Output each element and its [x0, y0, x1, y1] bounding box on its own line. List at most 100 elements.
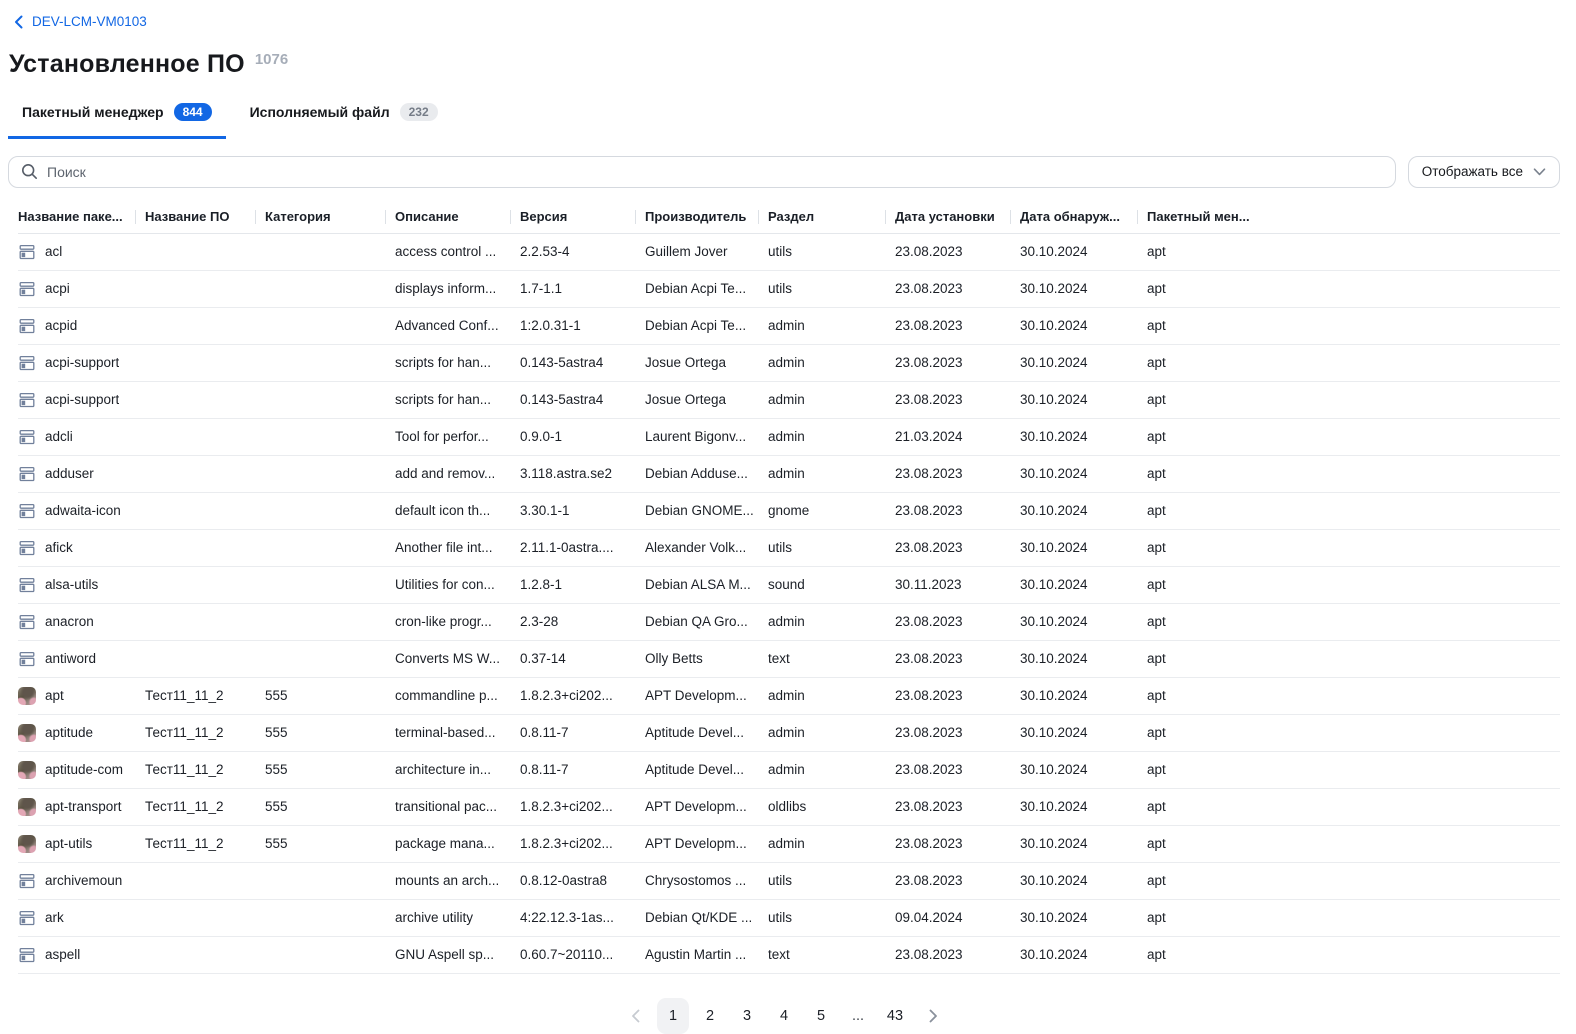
package-name: antiword: [45, 651, 96, 666]
package-name: anacron: [45, 614, 94, 629]
table-row[interactable]: aspell GNU Aspell sp... 0.60.7~20110... …: [18, 937, 1560, 974]
table-row[interactable]: acpi displays inform... 1.7-1.1 Debian A…: [18, 271, 1560, 308]
search-input[interactable]: [47, 164, 1383, 180]
description-cell: access control ...: [395, 244, 520, 259]
package-name: apt: [45, 688, 64, 703]
table-row[interactable]: afick Another file int... 2.11.1-0astra.…: [18, 530, 1560, 567]
package-name: acpid: [45, 318, 77, 333]
description-cell: Utilities for con...: [395, 577, 520, 592]
package-name-cell: acpi-support: [18, 354, 145, 372]
package-icon: [18, 243, 36, 261]
version-cell: 0.143-5astra4: [520, 392, 645, 407]
install-date-cell: 23.08.2023: [895, 466, 1020, 481]
column-header[interactable]: Название ПО: [145, 209, 265, 224]
display-filter-label: Отображать все: [1422, 164, 1523, 179]
install-date-cell: 23.08.2023: [895, 318, 1020, 333]
software-name-cell: Тест11_11_2: [145, 725, 265, 740]
section-cell: admin: [768, 392, 895, 407]
column-header[interactable]: Название паке...: [18, 209, 145, 224]
tab-package-manager[interactable]: Пакетный менеджер 844: [8, 99, 226, 139]
table-row[interactable]: adduser add and remov... 3.118.astra.se2…: [18, 456, 1560, 493]
vendor-cell: Laurent Bigonv...: [645, 429, 768, 444]
category-cell: 555: [265, 836, 395, 851]
vendor-cell: Aptitude Devel...: [645, 762, 768, 777]
category-cell: 555: [265, 762, 395, 777]
discovery-date-cell: 30.10.2024: [1020, 836, 1147, 851]
description-cell: Another file int...: [395, 540, 520, 555]
description-cell: scripts for han...: [395, 355, 520, 370]
app-thumbnail-icon: [18, 761, 36, 779]
package-icon: [18, 650, 36, 668]
package-manager-cell: apt: [1147, 836, 1560, 851]
package-name-cell: apt-utils: [18, 835, 145, 853]
vendor-cell: APT Developm...: [645, 688, 768, 703]
table-row[interactable]: acpi-support scripts for han... 0.143-5a…: [18, 345, 1560, 382]
package-name: aspell: [45, 947, 80, 962]
tab-badge: 232: [400, 103, 438, 121]
table-row[interactable]: apt-transport Тест11_11_2 555 transition…: [18, 789, 1560, 826]
column-header[interactable]: Дата обнаруж...: [1020, 209, 1147, 224]
table-row[interactable]: archivemoun mounts an arch... 0.8.12-0as…: [18, 863, 1560, 900]
description-cell: Advanced Conf...: [395, 318, 520, 333]
column-header[interactable]: Производитель: [645, 209, 768, 224]
vendor-cell: Chrysostomos ...: [645, 873, 768, 888]
table-row[interactable]: apt Тест11_11_2 555 commandline p... 1.8…: [18, 678, 1560, 715]
description-cell: architecture in...: [395, 762, 520, 777]
table-row[interactable]: antiword Converts MS W... 0.37-14 Olly B…: [18, 641, 1560, 678]
version-cell: 0.8.11-7: [520, 762, 645, 777]
package-name-cell: ark: [18, 909, 145, 927]
table-row[interactable]: adcli Tool for perfor... 0.9.0-1 Laurent…: [18, 419, 1560, 456]
table-row[interactable]: aptitude-com Тест11_11_2 555 architectur…: [18, 752, 1560, 789]
install-date-cell: 23.08.2023: [895, 799, 1020, 814]
column-header[interactable]: Пакетный мен...: [1147, 209, 1560, 224]
install-date-cell: 23.08.2023: [895, 873, 1020, 888]
software-name-cell: Тест11_11_2: [145, 688, 265, 703]
table-row[interactable]: apt-utils Тест11_11_2 555 package mana..…: [18, 826, 1560, 863]
section-cell: gnome: [768, 503, 895, 518]
column-header[interactable]: Раздел: [768, 209, 895, 224]
tab-executable-file[interactable]: Исполняемый файл 232: [236, 99, 452, 139]
section-cell: admin: [768, 614, 895, 629]
package-manager-cell: apt: [1147, 873, 1560, 888]
column-header[interactable]: Описание: [395, 209, 520, 224]
table-row[interactable]: anacron cron-like progr... 2.3-28 Debian…: [18, 604, 1560, 641]
package-icon: [18, 872, 36, 890]
package-icon: [18, 539, 36, 557]
section-cell: utils: [768, 873, 895, 888]
table-row[interactable]: acpid Advanced Conf... 1:2.0.31-1 Debian…: [18, 308, 1560, 345]
package-name: acpi-support: [45, 355, 119, 370]
section-cell: admin: [768, 429, 895, 444]
section-cell: utils: [768, 244, 895, 259]
description-cell: displays inform...: [395, 281, 520, 296]
install-date-cell: 09.04.2024: [895, 910, 1020, 925]
package-name: acl: [45, 244, 62, 259]
description-cell: scripts for han...: [395, 392, 520, 407]
breadcrumb-label: DEV-LCM-VM0103: [32, 14, 147, 29]
breadcrumb[interactable]: DEV-LCM-VM0103: [14, 14, 147, 29]
package-icon: [18, 465, 36, 483]
package-name-cell: acpi-support: [18, 391, 145, 409]
vendor-cell: Guillem Jover: [645, 244, 768, 259]
package-name-cell: acpi: [18, 280, 145, 298]
section-cell: admin: [768, 355, 895, 370]
table-row[interactable]: acl access control ... 2.2.53-4 Guillem …: [18, 234, 1560, 271]
installed-software-page: DEV-LCM-VM0103 Установленное ПО 1076 Пак…: [0, 0, 1576, 1034]
column-header[interactable]: Версия: [520, 209, 645, 224]
install-date-cell: 23.08.2023: [895, 614, 1020, 629]
description-cell: archive utility: [395, 910, 520, 925]
package-name-cell: apt: [18, 687, 145, 705]
column-header[interactable]: Дата установки: [895, 209, 1020, 224]
table-row[interactable]: ark archive utility 4:22.12.3-1as... Deb…: [18, 900, 1560, 937]
table-row[interactable]: alsa-utils Utilities for con... 1.2.8-1 …: [18, 567, 1560, 604]
package-name-cell: adcli: [18, 428, 145, 446]
vendor-cell: Debian GNOME...: [645, 503, 768, 518]
install-date-cell: 23.08.2023: [895, 281, 1020, 296]
table-row[interactable]: adwaita-icon default icon th... 3.30.1-1…: [18, 493, 1560, 530]
package-manager-cell: apt: [1147, 577, 1560, 592]
vendor-cell: Josue Ortega: [645, 355, 768, 370]
column-header[interactable]: Категория: [265, 209, 395, 224]
table-row[interactable]: acpi-support scripts for han... 0.143-5a…: [18, 382, 1560, 419]
display-filter-dropdown[interactable]: Отображать все: [1408, 156, 1560, 188]
table-row[interactable]: aptitude Тест11_11_2 555 terminal-based.…: [18, 715, 1560, 752]
discovery-date-cell: 30.10.2024: [1020, 873, 1147, 888]
